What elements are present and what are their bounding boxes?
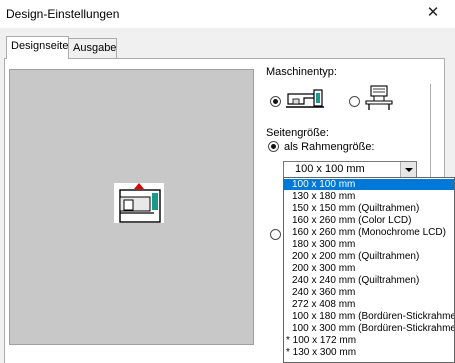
design-preview xyxy=(9,69,254,345)
dropdown-item[interactable]: 200 x 200 mm (Quiltrahmen) xyxy=(284,251,454,262)
tab-ausgabe[interactable]: Ausgabe xyxy=(68,38,117,58)
machine-type-radio-sewing[interactable] xyxy=(270,96,281,107)
dropdown-item[interactable]: 160 x 260 mm (Color LCD) xyxy=(284,215,454,226)
page-size-radio-other[interactable] xyxy=(270,229,281,240)
dropdown-item[interactable]: 272 x 408 mm xyxy=(284,299,454,310)
title-bar: Design-Einstellungen ✕ xyxy=(0,0,455,28)
frame-size-radio[interactable] xyxy=(268,141,279,152)
page-size-label: Seitengröße: xyxy=(266,127,329,139)
frame-size-dropdown-list: 100 x 100 mm 130 x 180 mm 150 x 150 mm (… xyxy=(283,177,455,363)
dropdown-item[interactable]: 160 x 260 mm (Monochrome LCD) xyxy=(284,227,454,238)
machine-type-label: Maschinentyp: xyxy=(266,66,337,78)
dropdown-item[interactable]: * 130 x 300 mm xyxy=(284,347,454,358)
multi-needle-machine-icon xyxy=(364,84,394,115)
tab-label: Designseite xyxy=(11,40,69,52)
tab-label: Ausgabe xyxy=(73,42,117,54)
dropdown-item[interactable]: 240 x 240 mm (Quiltrahmen) xyxy=(284,275,454,286)
frame-size-combobox[interactable]: 100 x 100 mm xyxy=(283,161,417,178)
window-title: Design-Einstellungen xyxy=(6,7,120,21)
dropdown-item[interactable]: 100 x 180 mm (Bordüren-Stickrahmen) xyxy=(284,311,454,322)
dropdown-item[interactable]: 180 x 300 mm xyxy=(284,239,454,250)
preview-machine-icon xyxy=(114,183,164,223)
dropdown-item[interactable]: * 100 x 172 mm xyxy=(284,335,454,346)
frame-size-option-label: als Rahmengröße: xyxy=(284,141,375,153)
sewing-machine-icon xyxy=(285,87,325,112)
dropdown-item[interactable]: 240 x 360 mm xyxy=(284,287,454,298)
dropdown-item[interactable]: 150 x 150 mm (Quiltrahmen) xyxy=(284,203,454,214)
dropdown-item[interactable]: 200 x 300 mm xyxy=(284,263,454,274)
dropdown-item[interactable]: 100 x 100 mm xyxy=(284,179,454,190)
machine-type-radio-multineedle[interactable] xyxy=(349,96,360,107)
dropdown-item[interactable]: 100 x 300 mm (Bordüren-Stickrahmen) xyxy=(284,323,454,334)
dropdown-item[interactable]: 130 x 180 mm xyxy=(284,191,454,202)
tab-designseite[interactable]: Designseite xyxy=(6,36,69,59)
frame-size-combo-value: 100 x 100 mm xyxy=(295,163,365,175)
close-button[interactable]: ✕ xyxy=(411,0,455,28)
chevron-down-icon[interactable] xyxy=(400,162,416,177)
